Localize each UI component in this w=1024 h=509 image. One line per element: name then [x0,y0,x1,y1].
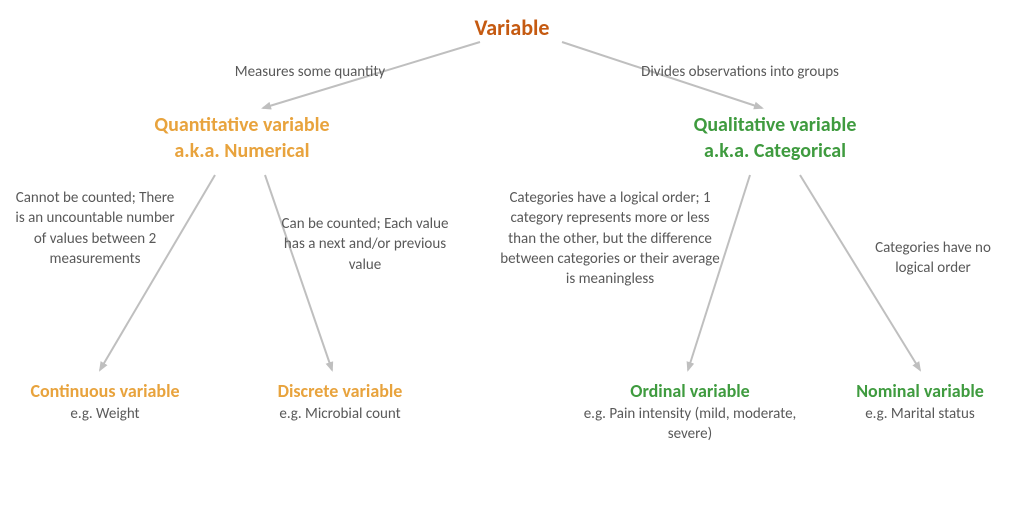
edge-label-to-quant: Measures some quantity [200,62,420,82]
node-nominal: Nominal variable e.g. Marital status [830,380,1010,425]
edge-label-to-ordinal: Categories have a logical order; 1 categ… [495,188,725,289]
continuous-title: Continuous variable [10,380,200,403]
edge-label-to-discrete: Can be counted; Each value has a next an… [280,214,450,275]
ordinal-title: Ordinal variable [575,380,805,403]
nominal-example: e.g. Marital status [830,405,1010,425]
quant-title-line1: Quantitative variable [132,112,352,138]
qual-title-line1: Qualitative variable [665,112,885,138]
discrete-title: Discrete variable [245,380,435,403]
edge-label-to-continuous: Cannot be counted; There is an uncountab… [10,188,180,269]
ordinal-example: e.g. Pain intensity (mild, moderate, sev… [575,405,805,444]
edge-label-to-nominal: Categories have no logical order [858,238,1008,279]
edge-label-to-qual: Divides observations into groups [610,62,870,82]
qual-title-line2: a.k.a. Categorical [665,138,885,164]
root-variable: Variable [0,14,1024,43]
quant-title-line2: a.k.a. Numerical [132,138,352,164]
nominal-title: Nominal variable [830,380,1010,403]
continuous-example: e.g. Weight [10,405,200,425]
node-ordinal: Ordinal variable e.g. Pain intensity (mi… [575,380,805,444]
node-qualitative: Qualitative variable a.k.a. Categorical [665,112,885,164]
node-continuous: Continuous variable e.g. Weight [10,380,200,425]
node-discrete: Discrete variable e.g. Microbial count [245,380,435,425]
node-quantitative: Quantitative variable a.k.a. Numerical [132,112,352,164]
discrete-example: e.g. Microbial count [245,405,435,425]
